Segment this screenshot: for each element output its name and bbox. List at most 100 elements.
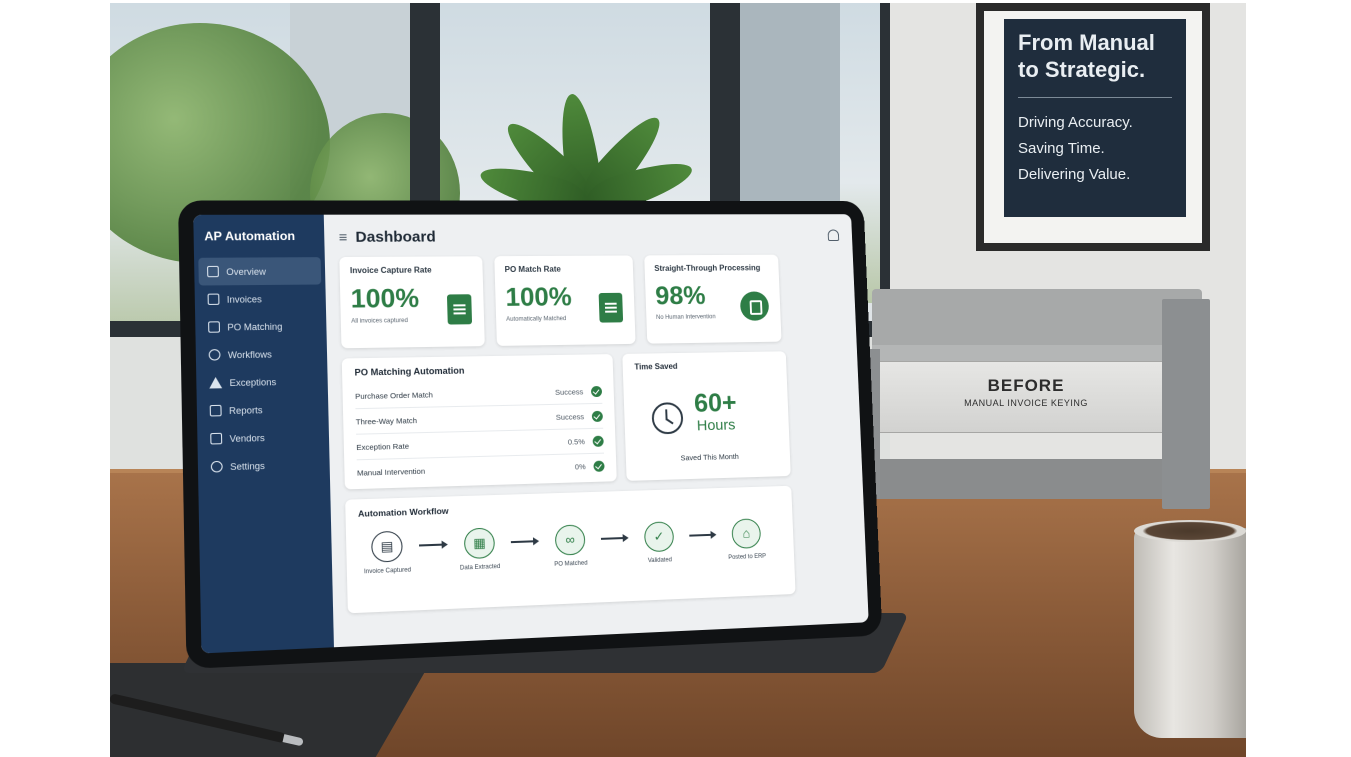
- gear-icon: [211, 461, 223, 473]
- step-label: Data Extracted: [450, 564, 509, 572]
- card-title: Automation Workflow: [358, 495, 781, 519]
- poster-divider: [1018, 97, 1172, 98]
- check-circle-icon: [593, 461, 604, 472]
- kpi-card-straight-through: Straight-Through Processing 98% No Human…: [644, 255, 781, 344]
- row-name: Three-Way Match: [356, 412, 556, 426]
- step-label: Posted to ERP: [719, 553, 775, 561]
- workflow-icon: [209, 349, 221, 361]
- kpi-card-invoice-capture: Invoice Capture Rate 100% All invoices c…: [339, 256, 485, 348]
- warning-icon: [209, 377, 222, 389]
- poster-line: Driving Accuracy.: [1018, 110, 1172, 136]
- row-name: Manual Intervention: [357, 462, 575, 477]
- tablet-screen: AP Automation Overview Invoices PO Match…: [193, 214, 868, 653]
- row-status: 0%: [575, 462, 586, 471]
- workflow-steps: ▤ Invoice Captured ▦ Data Extracted ∞ PO…: [356, 518, 775, 576]
- kpi-card-po-match: PO Match Rate 100% Automatically Matched: [494, 255, 635, 345]
- step-label: Validated: [631, 557, 688, 565]
- card-title: PO Matching Automation: [354, 363, 601, 377]
- bell-icon[interactable]: [828, 229, 840, 241]
- po-matching-card: PO Matching Automation Purchase Order Ma…: [342, 354, 617, 489]
- sidebar-item-label: Reports: [229, 404, 263, 415]
- step-label: PO Matched: [542, 560, 600, 568]
- poster-line: Saving Time.: [1018, 136, 1172, 162]
- kpi-label: Invoice Capture Rate: [350, 265, 473, 275]
- kpi-label: Straight-Through Processing: [654, 263, 769, 273]
- sidebar-item-label: Settings: [230, 460, 265, 471]
- step-glyph: ✓: [645, 522, 673, 550]
- document-icon: [599, 293, 624, 323]
- sidebar-item-invoices[interactable]: Invoices: [195, 284, 326, 313]
- app-brand: AP Automation: [194, 229, 325, 244]
- arrow-right-icon: [508, 526, 541, 558]
- vendor-icon: [210, 433, 222, 445]
- sidebar-item-label: Exceptions: [229, 376, 276, 387]
- main-content: ≡ Dashboard Invoice Capture Rate 100% Al…: [324, 214, 869, 647]
- sidebar-item-label: PO Matching: [227, 321, 282, 332]
- po-matching-icon: [208, 321, 220, 332]
- time-saved-unit: Hours: [697, 417, 736, 435]
- check-circle-icon: [591, 385, 602, 396]
- sidebar-item-label: Overview: [226, 266, 266, 276]
- poster-title-line-2: to Strategic.: [1018, 56, 1172, 83]
- arrow-right-icon: [417, 529, 451, 561]
- row-status: 0.5%: [568, 437, 585, 446]
- coffee-mug: [1134, 528, 1246, 738]
- sidebar: AP Automation Overview Invoices PO Match…: [193, 215, 334, 654]
- check-circle-icon: [593, 435, 604, 446]
- bank-icon: ⌂: [731, 518, 761, 549]
- overview-icon: [207, 266, 219, 277]
- tray-side: [1162, 299, 1210, 509]
- workflow-step: ▤ Invoice Captured: [356, 530, 417, 575]
- tablet-bezel: AP Automation Overview Invoices PO Match…: [178, 200, 882, 669]
- row-status: Success: [555, 387, 583, 397]
- step-glyph: ▦: [465, 529, 494, 558]
- step-glyph: ⌂: [732, 519, 760, 547]
- mug-rim: [1134, 520, 1246, 542]
- poster-panel: From Manual to Strategic. Driving Accura…: [1004, 19, 1186, 217]
- invoice-icon: [208, 294, 220, 305]
- step-glyph: ▤: [372, 532, 402, 561]
- document-icon: ▤: [371, 531, 403, 563]
- poster-mat: From Manual to Strategic. Driving Accura…: [984, 11, 1202, 243]
- sidebar-item-po-matching[interactable]: PO Matching: [195, 312, 327, 341]
- sidebar-item-label: Invoices: [227, 294, 262, 305]
- workflow-step: ⌂ Posted to ERP: [718, 518, 775, 562]
- page-title: Dashboard: [355, 228, 436, 245]
- menu-icon[interactable]: ≡: [339, 229, 348, 245]
- time-saved-value: 60+: [694, 387, 738, 418]
- row-name: Exception Rate: [356, 437, 568, 452]
- step-glyph: ∞: [556, 525, 585, 553]
- table-icon: ▦: [464, 527, 495, 559]
- sidebar-item-reports[interactable]: Reports: [197, 394, 329, 425]
- row-status: Success: [556, 412, 584, 422]
- workflow-step: ▦ Data Extracted: [449, 527, 509, 572]
- arrow-right-icon: [598, 523, 631, 554]
- document-check-icon: [447, 294, 472, 324]
- topbar: ≡ Dashboard: [339, 224, 840, 249]
- sidebar-item-vendors[interactable]: Vendors: [197, 422, 329, 453]
- workflow-step: ✓ Validated: [630, 521, 688, 565]
- arrow-right-icon: [687, 520, 719, 551]
- automation-workflow-card: Automation Workflow ▤ Invoice Captured ▦…: [345, 486, 795, 614]
- sidebar-item-label: Workflows: [228, 349, 272, 360]
- check-icon: ✓: [644, 521, 674, 552]
- poster-title-line-1: From Manual: [1018, 29, 1172, 56]
- link-icon: ∞: [555, 524, 586, 555]
- time-saved-subtext: Saved This Month: [680, 452, 739, 462]
- kpi-label: PO Match Rate: [505, 264, 624, 274]
- tablet: AP Automation Overview Invoices PO Match…: [172, 200, 981, 722]
- sidebar-item-overview[interactable]: Overview: [198, 257, 321, 285]
- time-saved-card: Time Saved 60+ Hours Saved This Month: [622, 351, 791, 481]
- report-icon: [210, 405, 222, 417]
- sidebar-item-settings[interactable]: Settings: [198, 450, 330, 482]
- sidebar-item-workflows[interactable]: Workflows: [196, 339, 328, 369]
- processing-icon: [740, 291, 770, 320]
- photo-scene: From Manual to Strategic. Driving Accura…: [110, 3, 1246, 757]
- step-label: Invoice Captured: [357, 567, 417, 576]
- sidebar-item-exceptions[interactable]: Exceptions: [196, 367, 328, 397]
- clock-icon: [651, 402, 683, 434]
- check-circle-icon: [592, 410, 603, 421]
- card-title: Time Saved: [634, 360, 775, 371]
- plant: [490, 73, 690, 213]
- framed-poster: From Manual to Strategic. Driving Accura…: [976, 3, 1210, 251]
